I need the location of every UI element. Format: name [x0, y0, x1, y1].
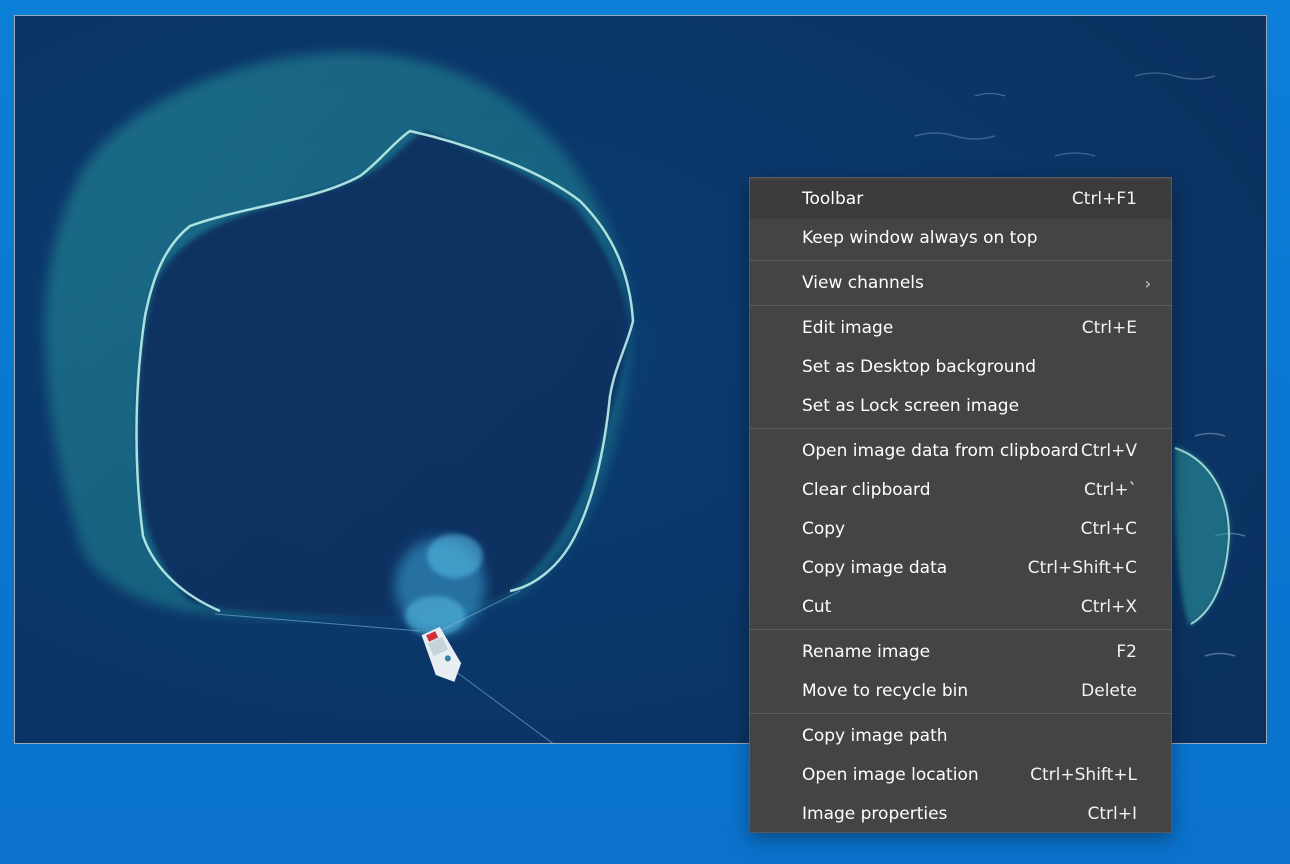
- menu-item-copy[interactable]: Copy Ctrl+C: [750, 510, 1171, 549]
- context-menu[interactable]: Toolbar Ctrl+F1 Keep window always on top V…: [749, 177, 1172, 833]
- menu-separator: [750, 305, 1171, 306]
- menu-item-shortcut: Ctrl+C: [1080, 519, 1137, 539]
- menu-item-label: Copy: [802, 519, 846, 539]
- menu-item-rename-image[interactable]: Rename image F2: [750, 633, 1171, 672]
- menu-item-shortcut: Ctrl+Shift+C: [1027, 558, 1137, 578]
- menu-item-toolbar[interactable]: Toolbar Ctrl+F1: [750, 180, 1171, 219]
- menu-item-label: Move to recycle bin: [802, 681, 969, 701]
- menu-separator: [750, 629, 1171, 630]
- chevron-right-icon: ›: [1144, 274, 1151, 293]
- menu-item-edit-image[interactable]: Edit image Ctrl+E: [750, 309, 1171, 348]
- menu-item-keep-window-always-on-top[interactable]: Keep window always on top: [750, 219, 1171, 258]
- menu-item-label: Keep window always on top: [802, 228, 1038, 248]
- menu-item-shortcut: Ctrl+Shift+L: [1030, 765, 1137, 785]
- menu-item-clear-clipboard[interactable]: Clear clipboard Ctrl+`: [750, 471, 1171, 510]
- menu-item-copy-image-path[interactable]: Copy image path: [750, 717, 1171, 756]
- menu-item-open-image-location[interactable]: Open image location Ctrl+Shift+L: [750, 756, 1171, 795]
- menu-item-label: Clear clipboard: [802, 480, 931, 500]
- menu-item-shortcut: Ctrl+X: [1080, 597, 1137, 617]
- menu-item-label: Open image data from clipboard: [802, 441, 1079, 461]
- menu-item-label: Image properties: [802, 804, 948, 824]
- menu-item-open-image-data-from-clipboard[interactable]: Open image data from clipboard Ctrl+V: [750, 432, 1171, 471]
- menu-item-shortcut: Delete: [1081, 681, 1137, 701]
- menu-item-shortcut: Ctrl+I: [1087, 804, 1137, 824]
- menu-separator: [750, 713, 1171, 714]
- menu-item-label: Set as Lock screen image: [802, 396, 1020, 416]
- menu-item-label: Copy image path: [802, 726, 948, 746]
- menu-item-label: View channels: [802, 273, 924, 293]
- menu-item-label: Cut: [802, 597, 832, 617]
- menu-item-label: Set as Desktop background: [802, 357, 1037, 377]
- menu-separator: [750, 428, 1171, 429]
- menu-separator: [750, 260, 1171, 261]
- menu-item-label: Edit image: [802, 318, 894, 338]
- menu-item-shortcut: Ctrl+E: [1081, 318, 1137, 338]
- menu-item-shortcut: Ctrl+`: [1084, 480, 1137, 500]
- menu-item-label: Toolbar: [802, 189, 864, 209]
- menu-item-label: Copy image data: [802, 558, 948, 578]
- menu-item-label: Rename image: [802, 642, 931, 662]
- menu-item-set-as-desktop-background[interactable]: Set as Desktop background: [750, 348, 1171, 387]
- menu-item-set-as-lock-screen-image[interactable]: Set as Lock screen image: [750, 387, 1171, 426]
- menu-item-shortcut: Ctrl+V: [1080, 441, 1137, 461]
- menu-item-image-properties[interactable]: Image properties Ctrl+I: [750, 795, 1171, 834]
- menu-item-move-to-recycle-bin[interactable]: Move to recycle bin Delete: [750, 672, 1171, 711]
- menu-item-view-channels[interactable]: View channels ›: [750, 264, 1171, 303]
- menu-item-shortcut: Ctrl+F1: [1071, 189, 1137, 209]
- desktop-background: Toolbar Ctrl+F1 Keep window always on top V…: [0, 0, 1290, 864]
- menu-item-shortcut: F2: [1116, 642, 1137, 662]
- menu-item-copy-image-data[interactable]: Copy image data Ctrl+Shift+C: [750, 549, 1171, 588]
- menu-item-label: Open image location: [802, 765, 979, 785]
- menu-item-cut[interactable]: Cut Ctrl+X: [750, 588, 1171, 627]
